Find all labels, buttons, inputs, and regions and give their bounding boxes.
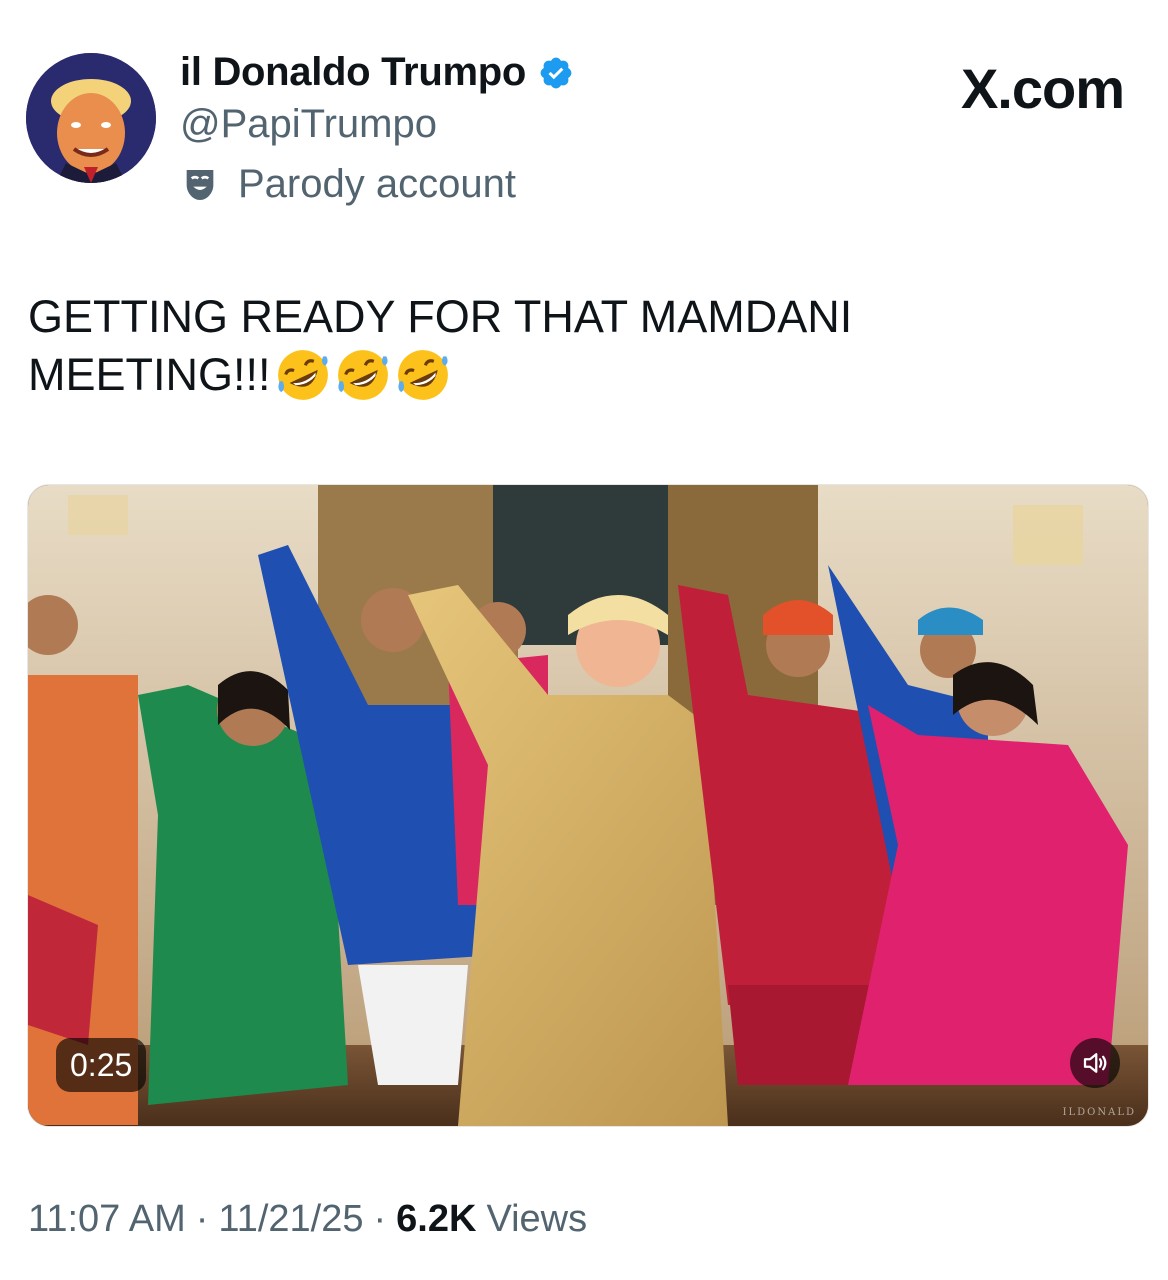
views-label: Views (486, 1198, 588, 1240)
tweet-date[interactable]: 11/21/25 (218, 1198, 363, 1241)
views-count[interactable]: 6.2K (396, 1198, 476, 1241)
video-watermark: ILDONALD (1062, 1107, 1136, 1118)
theater-mask-icon (186, 169, 214, 200)
user-handle[interactable]: @PapiTrumpo (180, 102, 437, 147)
tweet-screenshot: il Donaldo Trumpo @PapiTrumpo Parody acc… (0, 0, 1168, 1280)
tweet-text-line-2: MEETING!!! (28, 349, 271, 400)
display-name[interactable]: il Donaldo Trumpo (180, 50, 526, 95)
video-frame (28, 485, 1148, 1126)
name-row: il Donaldo Trumpo (180, 50, 574, 95)
mute-button[interactable] (1070, 1038, 1120, 1088)
video-duration-badge: 0:25 (56, 1038, 147, 1092)
avatar-image (26, 53, 156, 183)
video-player[interactable]: ILDONALD 0:25 (27, 484, 1149, 1127)
tweet-text-line-1: GETTING READY FOR THAT MAMDANI (28, 291, 853, 342)
rofl-emoji-icon (337, 350, 388, 400)
rofl-emoji-icon (277, 350, 328, 400)
rofl-emoji-icon (397, 350, 448, 400)
tweet-text: GETTING READY FOR THAT MAMDANI MEETING!!… (28, 288, 1128, 404)
tweet-time[interactable]: 11:07 AM (28, 1198, 186, 1241)
parody-label: Parody account (238, 162, 516, 206)
meta-separator: · (373, 1198, 387, 1240)
verified-badge-icon[interactable] (538, 55, 574, 91)
speaker-icon (1083, 1053, 1107, 1073)
parody-label-row: Parody account (180, 162, 516, 207)
tweet-meta: 11:07 AM · 11/21/25 · 6.2K Views (28, 1198, 587, 1241)
tweet-text-line-2-row: MEETING!!! (28, 346, 1128, 404)
meta-separator: · (195, 1198, 209, 1240)
avatar[interactable] (26, 53, 156, 183)
brand-logo: X.com (960, 57, 1125, 120)
